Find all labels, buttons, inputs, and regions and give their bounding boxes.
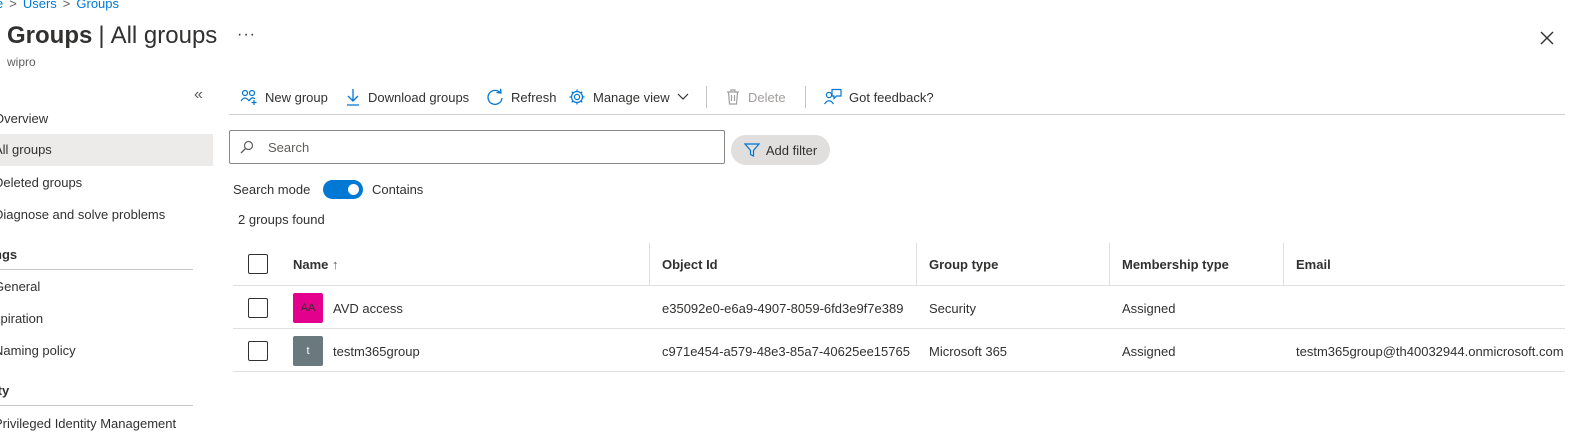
breadcrumb-separator: > <box>62 0 71 11</box>
column-header-object-id[interactable]: Object Id <box>662 257 718 272</box>
column-divider[interactable] <box>916 243 917 285</box>
column-divider[interactable] <box>1109 243 1110 285</box>
search-box <box>229 130 725 164</box>
email-cell: testm365group@th40032944.onmicrosoft.com <box>1296 344 1564 359</box>
column-name-label: Name <box>293 257 329 272</box>
add-filter-button[interactable]: Add filter <box>731 135 830 165</box>
sidebar-item-expiration[interactable]: xpiration <box>0 303 213 335</box>
download-groups-button[interactable]: Download groups <box>345 86 469 108</box>
search-input[interactable] <box>266 138 690 156</box>
manage-view-button[interactable]: Manage view <box>568 86 689 108</box>
sidebar-section-activity: ity <box>0 383 10 398</box>
close-button[interactable] <box>1536 27 1558 49</box>
new-group-button[interactable]: New group <box>240 86 328 108</box>
membership-type-cell: Assigned <box>1122 301 1176 316</box>
refresh-button[interactable]: Refresh <box>486 86 557 108</box>
row-checkbox[interactable] <box>248 341 268 361</box>
select-all-checkbox[interactable] <box>248 254 268 274</box>
search-mode-value: Contains <box>372 182 424 197</box>
delete-button[interactable]: Delete <box>725 86 786 108</box>
more-options-button[interactable]: ··· <box>237 26 256 44</box>
sidebar-item-pim[interactable]: Privileged Identity Management <box>0 408 213 440</box>
feedback-icon <box>824 88 842 105</box>
collapse-sidebar-button[interactable]: « <box>194 86 203 104</box>
column-header-group-type[interactable]: Group type <box>929 257 998 272</box>
new-group-label: New group <box>265 89 328 105</box>
toolbar-divider <box>706 86 707 108</box>
page-title: Groups | All groups <box>7 22 217 50</box>
column-divider[interactable] <box>649 243 650 285</box>
close-icon <box>1540 31 1554 45</box>
toolbar-divider-line <box>229 114 1565 115</box>
breadcrumb: e > Users > Groups <box>0 0 119 11</box>
search-mode-toggle[interactable] <box>323 180 363 199</box>
page-title-main: Groups <box>7 22 93 49</box>
breadcrumb-users-link[interactable]: Users <box>23 0 57 11</box>
sidebar-item-diagnose[interactable]: Diagnose and solve problems <box>0 199 213 231</box>
column-divider[interactable] <box>1283 243 1284 285</box>
membership-type-cell: Assigned <box>1122 344 1176 359</box>
group-avatar: t <box>293 336 323 366</box>
delete-label: Delete <box>748 89 786 105</box>
sidebar-item-general[interactable]: General <box>0 271 213 303</box>
object-id-cell: c971e454-a579-48e3-85a7-40625ee15765 <box>662 344 910 359</box>
page-title-separator: | <box>98 22 105 49</box>
download-groups-label: Download groups <box>368 89 470 105</box>
page-title-sub: All groups <box>110 22 218 49</box>
toggle-knob <box>348 184 359 195</box>
object-id-cell: e35092e0-e6a9-4907-8059-6fd3e9f7e389 <box>662 301 904 316</box>
refresh-icon <box>487 88 503 106</box>
results-count: 2 groups found <box>238 212 325 227</box>
toolbar-divider <box>805 86 806 108</box>
group-avatar: AA <box>293 293 323 323</box>
search-mode-label: Search mode <box>233 182 311 197</box>
breadcrumb-groups-link[interactable]: Groups <box>76 0 119 11</box>
sidebar-item-all-groups[interactable]: All groups <box>0 134 213 166</box>
manage-view-label: Manage view <box>593 89 670 105</box>
group-type-cell: Microsoft 365 <box>929 344 1008 359</box>
sidebar-divider <box>0 405 193 406</box>
table-header-border <box>233 285 1565 286</box>
refresh-label: Refresh <box>511 89 557 105</box>
add-filter-label: Add filter <box>765 142 818 158</box>
feedback-label: Got feedback? <box>849 89 934 105</box>
table-row-border <box>233 328 1565 329</box>
sidebar-divider <box>0 269 193 270</box>
tenant-subtitle: wipro <box>7 55 36 69</box>
row-checkbox[interactable] <box>248 298 268 318</box>
people-add-icon <box>240 89 257 105</box>
sidebar-section-settings: ngs <box>0 247 18 262</box>
gear-icon <box>569 89 585 105</box>
sidebar-item-overview[interactable]: Overview <box>0 103 213 135</box>
sort-ascending-icon: ↑ <box>332 257 339 272</box>
table-row-border <box>233 371 1565 372</box>
group-name-link[interactable]: AVD access <box>333 301 403 316</box>
column-header-email[interactable]: Email <box>1296 257 1331 272</box>
group-type-cell: Security <box>929 301 976 316</box>
group-name-link[interactable]: testm365group <box>333 344 420 359</box>
sidebar-item-deleted-groups[interactable]: Deleted groups <box>0 167 213 199</box>
feedback-button[interactable]: Got feedback? <box>823 86 934 108</box>
column-header-name[interactable]: Name ↑ <box>293 257 339 272</box>
search-icon <box>240 140 254 154</box>
breadcrumb-home-link[interactable]: e <box>0 0 3 11</box>
filter-icon <box>743 143 760 157</box>
breadcrumb-separator: > <box>9 0 17 11</box>
trash-icon <box>727 89 739 105</box>
chevron-down-icon <box>677 93 689 100</box>
column-header-membership-type[interactable]: Membership type <box>1122 257 1229 272</box>
download-icon <box>347 89 359 106</box>
sidebar-item-naming-policy[interactable]: Naming policy <box>0 335 213 367</box>
